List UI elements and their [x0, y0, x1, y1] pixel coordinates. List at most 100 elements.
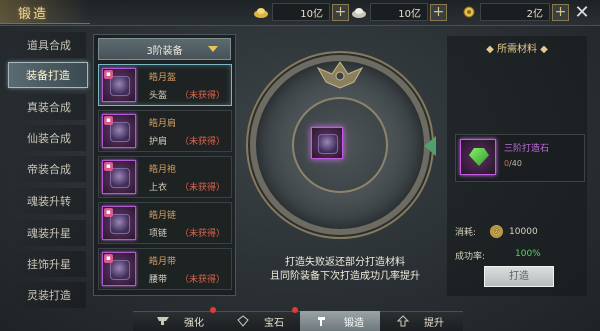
- item-type: 项链: [149, 229, 168, 239]
- cost-label: 消耗:: [455, 228, 477, 238]
- item-status: （未获得）: [179, 137, 225, 147]
- tab-forge[interactable]: 锻造: [300, 311, 380, 331]
- notification-dot: [210, 307, 216, 313]
- cost-row: 消耗: ◎ 10000: [455, 225, 538, 238]
- item-status: （未获得）: [179, 183, 225, 193]
- list-item[interactable]: ▪ 皓月链 项链 （未获得）: [98, 202, 232, 244]
- list-item[interactable]: ▪ 皓月盔 头盔 （未获得）: [98, 64, 232, 106]
- sidebar-item-immortal-equip-synthesis[interactable]: 仙装合成: [12, 125, 86, 151]
- forge-button[interactable]: 打造: [484, 266, 554, 287]
- item-name: 皓月链: [149, 211, 177, 221]
- forge-target-slot[interactable]: [311, 127, 343, 159]
- top-bar: 锻造 10亿 + 10亿 + 2亿 + ✕: [0, 0, 600, 26]
- item-type: 上衣: [149, 183, 168, 193]
- item-type: 护肩: [149, 137, 168, 147]
- add-coin-button[interactable]: +: [552, 3, 569, 21]
- robe-icon: [110, 168, 130, 188]
- material-name: 三阶打造石: [504, 144, 550, 154]
- sidebar-item-soul-equip-upgrade[interactable]: 魂装升转: [12, 188, 86, 214]
- tier-dropdown[interactable]: 3阶装备: [98, 38, 231, 60]
- item-name: 皓月盔: [149, 73, 177, 83]
- gold-ingot-icon: [252, 4, 270, 20]
- list-item[interactable]: ▪ 皓月肩 护肩 （未获得）: [98, 110, 232, 152]
- forge-hint: 打造失败返还部分打造材料 且同阶装备下次打造成功几率提升: [246, 256, 444, 284]
- item-slot: ▪: [102, 68, 136, 102]
- arrow-left-icon: [424, 136, 436, 156]
- materials-header: ◆ 所需材料 ◆: [447, 40, 587, 55]
- sidebar-item-item-synthesis[interactable]: 道具合成: [12, 32, 86, 58]
- diamond-icon: ◆: [486, 44, 497, 55]
- cost-value: 10000: [509, 226, 538, 237]
- item-type: 头盔: [149, 91, 168, 101]
- lock-icon: ▪: [104, 116, 113, 125]
- helmet-icon: [318, 134, 338, 154]
- item-status: （未获得）: [179, 91, 225, 101]
- list-item[interactable]: ▪ 皓月袍 上衣 （未获得）: [98, 156, 232, 198]
- sidebar-item-equipment-forge[interactable]: 装备打造: [8, 62, 88, 88]
- item-type: 腰带: [149, 275, 168, 285]
- page-title: 锻造: [18, 7, 49, 22]
- tier-dropdown-value: 3阶装备: [146, 45, 183, 57]
- material-slot: [460, 139, 496, 175]
- tab-label: 宝石: [264, 317, 284, 329]
- item-slot: ▪: [102, 206, 136, 240]
- silver-ingot-icon: [350, 4, 368, 20]
- belt-icon: [110, 260, 130, 280]
- resource-coin: 2亿 +: [460, 3, 569, 21]
- tab-strengthen[interactable]: 强化: [140, 311, 220, 331]
- shoulder-armor-icon: [110, 122, 130, 142]
- item-name: 皓月肩: [149, 119, 177, 129]
- sidebar-item-ornament-star[interactable]: 挂饰升星: [12, 251, 86, 277]
- materials-header-label: 所需材料: [497, 44, 537, 55]
- coin-amount: 2亿: [480, 3, 550, 21]
- add-gold-button[interactable]: +: [332, 3, 349, 21]
- resource-gold: 10亿 +: [252, 3, 349, 21]
- tab-label: 强化: [184, 317, 204, 329]
- lock-icon: ▪: [104, 162, 113, 171]
- coin-icon: [460, 4, 478, 20]
- item-slot: ▪: [102, 252, 136, 286]
- emerald-icon: [469, 148, 489, 166]
- item-slot: ▪: [102, 114, 136, 148]
- material-required: /40: [509, 159, 522, 168]
- item-slot: ▪: [102, 160, 136, 194]
- coin-icon: ◎: [490, 225, 504, 238]
- notification-dot: [292, 307, 298, 313]
- necklace-icon: [110, 214, 130, 234]
- list-item[interactable]: ▪ 皓月带 腰带 （未获得）: [98, 248, 232, 290]
- material-item[interactable]: 三阶打造石 0/40: [455, 134, 585, 182]
- close-icon[interactable]: ✕: [572, 3, 592, 23]
- diamond-icon: ◆: [537, 44, 548, 55]
- sidebar-item-emperor-equip-synthesis[interactable]: 帝装合成: [12, 156, 86, 182]
- sidebar: 道具合成 装备打造 真装合成 仙装合成 帝装合成 魂装升转 魂装升星 挂饰升星 …: [8, 32, 88, 318]
- tab-gem[interactable]: 宝石: [220, 311, 300, 331]
- item-name: 皓月带: [149, 257, 177, 267]
- lock-icon: ▪: [104, 70, 113, 79]
- anvil-icon: [156, 315, 170, 327]
- material-count: 0/40: [504, 159, 522, 168]
- sidebar-item-soul-equip-star[interactable]: 魂装升星: [12, 220, 86, 246]
- helmet-icon: [110, 76, 130, 96]
- item-status: （未获得）: [179, 229, 225, 239]
- success-rate-label: 成功率:: [455, 252, 486, 262]
- silver-amount: 10亿: [370, 3, 428, 21]
- gold-amount: 10亿: [272, 3, 330, 21]
- tab-upgrade[interactable]: 提升: [380, 311, 460, 331]
- gem-icon: [236, 315, 250, 327]
- resource-silver: 10亿 +: [350, 3, 447, 21]
- chevron-down-icon: [208, 46, 218, 52]
- sidebar-item-spirit-equip-forge[interactable]: 灵装打造: [12, 282, 86, 308]
- tab-label: 提升: [424, 317, 444, 329]
- item-status: （未获得）: [179, 275, 225, 285]
- sidebar-item-true-equip-synthesis[interactable]: 真装合成: [12, 94, 86, 120]
- lock-icon: ▪: [104, 254, 113, 263]
- success-rate-value: 100%: [515, 249, 541, 259]
- forge-hint-line2: 且同阶装备下次打造成功几率提升: [270, 271, 420, 282]
- hammer-icon: [316, 315, 330, 327]
- item-name: 皓月袍: [149, 165, 177, 175]
- crest-ornament-icon: [316, 61, 364, 89]
- add-silver-button[interactable]: +: [430, 3, 447, 21]
- equipment-list-panel: 3阶装备 ▪ 皓月盔 头盔 （未获得） ▪ 皓月肩 护肩 （未获得） ▪ 皓月袍…: [93, 34, 236, 296]
- lock-icon: ▪: [104, 208, 113, 217]
- tab-label: 锻造: [344, 317, 364, 329]
